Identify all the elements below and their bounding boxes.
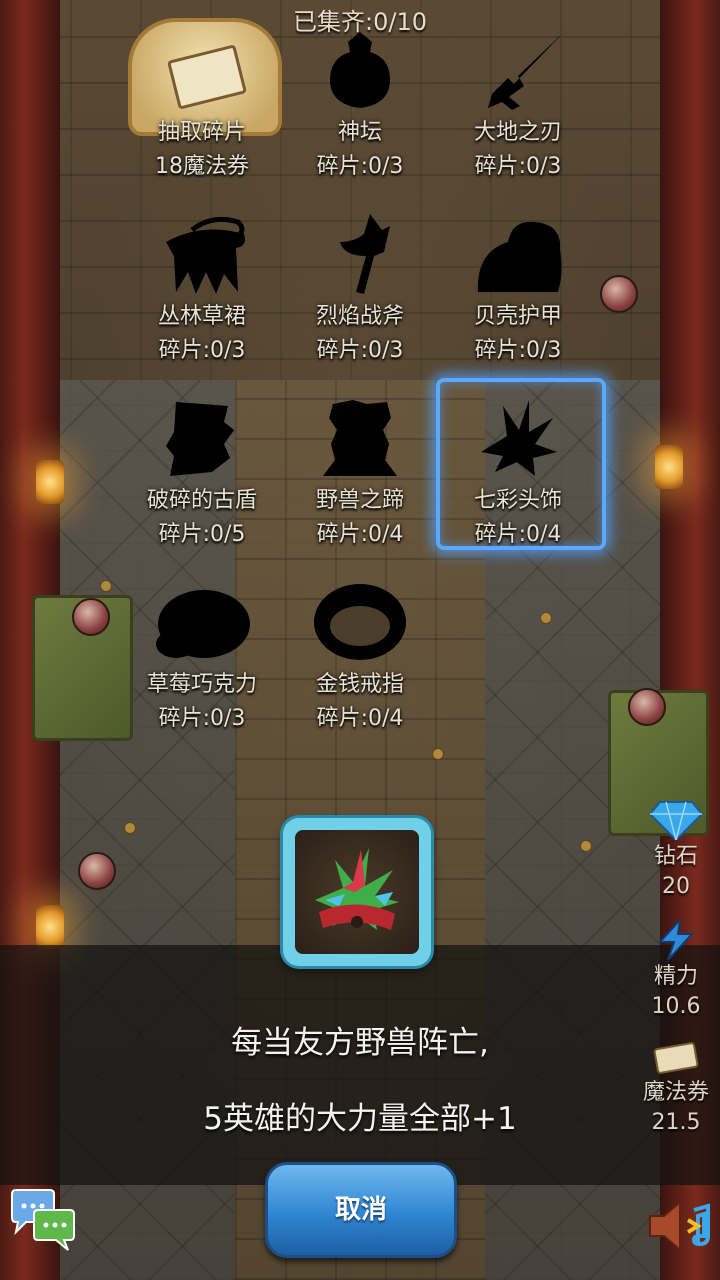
fragment-name: 大地之刃 [473,120,562,145]
fragment-name: 野兽之蹄 [315,488,404,513]
lantern-decoration [36,905,64,949]
resource-value: 20 [662,874,690,899]
fragment-name: 烈焰战斧 [315,304,404,329]
fragment-altar[interactable]: 神坛 碎片:0/3 [280,16,440,186]
fragment-count: 碎片:0/3 [474,154,562,179]
fragment-rainbow-headdress[interactable]: 七彩头饰 碎片:0/4 [438,384,598,554]
fragment-name: 破碎的古盾 [146,488,257,513]
chat-button[interactable] [8,1188,78,1251]
speaker-music-icon [649,1199,710,1253]
lantern-decoration [36,460,64,504]
jar-decoration [72,598,110,636]
shield-silhouette-icon [166,402,234,476]
magic-ticket-icon [653,1042,699,1074]
fragment-jungle-skirt[interactable]: 丛林草裙 碎片:0/3 [122,200,282,370]
shell-armor-silhouette-icon [477,221,562,292]
diamond-icon [650,801,702,840]
coin-decoration [432,748,444,760]
resource-diamond[interactable]: 钻石 20 [634,800,718,902]
blade-silhouette-icon [488,32,564,110]
hoof-silhouette-icon [323,400,397,476]
fragment-count: 碎片:0/3 [158,338,246,363]
axe-silhouette-icon [340,214,390,294]
lantern-decoration [655,445,683,489]
fragment-count: 碎片:0/4 [316,706,404,731]
sound-button[interactable] [644,1196,714,1256]
jar-decoration [78,852,116,890]
fragment-count: 18魔法券 [155,154,249,179]
altar-silhouette-icon [330,32,390,108]
resource-label: 钻石 [653,844,698,869]
fragment-count: 碎片:0/5 [158,522,246,547]
fragment-name: 七彩头饰 [473,488,562,513]
selected-item-preview [283,818,431,966]
fragment-earth-blade[interactable]: 大地之刃 碎片:0/3 [438,16,598,186]
headdress-icon [315,848,399,930]
resource-label: 精力 [653,964,698,989]
headdress-silhouette-icon [481,400,557,476]
ring-silhouette-icon [314,584,406,660]
fragment-count: 碎片:0/3 [474,338,562,363]
fragment-name: 金钱戒指 [315,672,404,697]
fragment-shell-armor[interactable]: 贝壳护甲 碎片:0/3 [438,200,598,370]
resource-label: 魔法券 [642,1080,709,1105]
fragment-count: 碎片:0/3 [316,338,404,363]
resource-energy[interactable]: 精力 10.6 [634,920,718,1022]
fragment-count: 碎片:0/4 [316,522,404,547]
fragment-flame-axe[interactable]: 烈焰战斧 碎片:0/3 [280,200,440,370]
fragment-broken-shield[interactable]: 破碎的古盾 碎片:0/5 [122,384,282,554]
fragment-money-ring[interactable]: 金钱戒指 碎片:0/4 [280,568,440,738]
fragment-draw[interactable]: 抽取碎片 18魔法券 [122,16,282,186]
fragment-name: 神坛 [337,120,382,145]
detail-panel [0,945,720,1185]
resource-value: 10.6 [651,994,701,1019]
coin-decoration [540,612,552,624]
jar-decoration [628,688,666,726]
fragment-count: 碎片:0/3 [316,154,404,179]
chocolate-silhouette-icon [156,590,250,658]
jar-decoration [600,275,638,313]
item-effect-line1: 每当友方野兽阵亡, [231,1025,489,1061]
fragment-count: 碎片:0/3 [158,706,246,731]
fragment-name: 抽取碎片 [157,120,246,145]
coin-decoration [124,822,136,834]
coin-decoration [580,840,592,852]
resource-value: 21.5 [651,1110,701,1135]
resource-magic-ticket[interactable]: 魔法券 21.5 [634,1040,718,1138]
item-effect-line2: 5英雄的大力量全部+1 [203,1101,517,1137]
coin-decoration [100,580,112,592]
cancel-button[interactable]: 取消 [265,1162,457,1258]
fragment-strawberry-chocolate[interactable]: 草莓巧克力 碎片:0/3 [122,568,282,738]
fragment-count: 碎片:0/4 [474,522,562,547]
fragment-beast-hoof[interactable]: 野兽之蹄 碎片:0/4 [280,384,440,554]
fragment-name: 丛林草裙 [157,304,246,329]
fragment-name: 贝壳护甲 [473,304,562,329]
fragment-name: 草莓巧克力 [146,672,257,697]
chat-bubble-icon [11,1189,75,1251]
energy-icon [657,920,695,960]
grass-skirt-silhouette-icon [166,216,245,294]
